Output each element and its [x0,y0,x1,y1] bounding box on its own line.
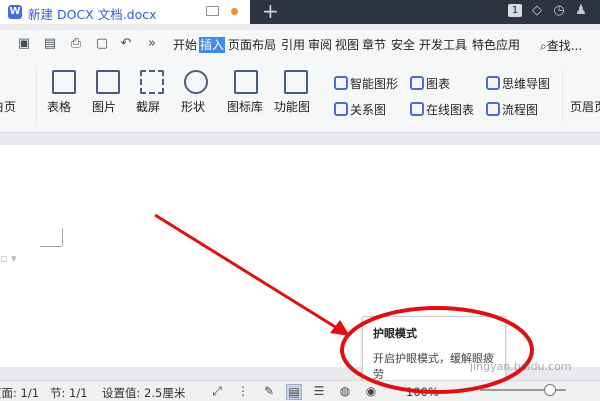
skin-icon[interactable]: ◇ [530,4,544,18]
margin-corner-mark [62,228,63,246]
table-label[interactable]: 表格 [47,98,71,115]
window-count-badge[interactable]: 1 [508,4,522,17]
document-tab[interactable]: W 新建 DOCX 文档.docx [0,0,250,24]
icon-library-label[interactable]: 图标库 [227,98,263,115]
fullscreen-icon[interactable]: ⤢ [210,384,224,398]
tab-strip [250,0,600,24]
undo-icon[interactable]: ↶ [118,36,134,52]
ribbon-blank-page-label[interactable]: 白页 [0,98,16,115]
unsaved-dot-icon [231,8,238,15]
menu-developer[interactable]: 开发工具 [419,37,467,53]
margin-corner-mark [40,246,62,247]
picture-button[interactable] [96,70,120,94]
preview-icon[interactable]: ▢ [94,36,110,52]
ribbon-divider [562,70,563,122]
zoom-level[interactable]: 100% [406,385,439,399]
web-view-icon[interactable]: ☰ [312,384,326,398]
zoom-slider-knob[interactable] [544,384,556,396]
function-chart-button[interactable] [284,70,308,94]
export-icon[interactable]: ▤ [42,36,58,52]
menu-start[interactable]: 开始 [173,37,197,53]
search-button[interactable]: ⌕查找... [540,37,582,54]
paragraph-options-icon[interactable]: ▫ ▾ [0,252,16,265]
screenshot-icon [140,70,164,94]
tooltip-title: 护眼模式 [373,327,417,340]
screenshot-button[interactable] [140,70,164,94]
header-footer-label[interactable]: 页眉页 [570,98,600,115]
flow-chart-icon[interactable] [486,102,500,116]
screenshot-label[interactable]: 截屏 [136,98,160,115]
smart-shape-icon[interactable] [334,76,348,90]
shape-label[interactable]: 形状 [181,98,205,115]
table-button[interactable] [52,70,76,94]
more-chevron-icon[interactable]: » [144,36,160,52]
shape-button[interactable] [184,70,208,94]
function-chart-icon [284,70,308,94]
online-chart-icon[interactable] [410,102,424,116]
document-title: 新建 DOCX 文档.docx [28,7,157,22]
new-tab-button[interactable]: + [262,0,279,22]
search-label: 查找... [546,39,583,53]
menu-references[interactable]: 引用 [281,37,305,53]
chart-label[interactable]: 图表 [426,75,450,92]
online-chart-label[interactable]: 在线图表 [426,101,474,118]
title-bar: W 新建 DOCX 文档.docx + 1 ◇ ◷ ♟ [0,0,600,24]
menu-insert[interactable]: 插入 [199,37,226,53]
outline-icon[interactable]: ⋮ [236,384,250,398]
monitor-icon[interactable] [206,6,219,16]
eye-protection-tooltip: 护眼模式 开启护眼模式，缓解眼疲劳 [362,316,506,388]
picture-icon [96,70,120,94]
print-icon[interactable]: ⎙ [68,36,84,52]
watermark: jingyan.baidu.com [470,360,572,373]
clock-icon[interactable]: ◷ [552,4,566,18]
menu-review[interactable]: 审阅 [308,37,332,53]
menu-chapter[interactable]: 章节 [362,37,386,53]
wps-writer-icon: W [8,5,22,19]
document-page[interactable] [0,145,600,367]
shape-icon [184,70,208,94]
eye-protection-icon[interactable]: ◉ [364,384,378,398]
relation-label[interactable]: 关系图 [350,101,386,118]
icon-library-button[interactable] [234,70,258,94]
shirt-icon[interactable]: ♟ [574,4,588,18]
menu-security[interactable]: 安全 [391,37,415,53]
smart-shape-label[interactable]: 智能图形 [350,75,398,92]
mind-map-label[interactable]: 思维导图 [502,75,550,92]
icon-library-icon [234,70,258,94]
picture-label[interactable]: 图片 [92,98,116,115]
ribbon-divider [36,70,37,122]
menu-view[interactable]: 视图 [335,37,359,53]
ribbon-insert: 白页 表格 图片 截屏 形状 图标库 功能图 智能图形 关系图 图表 在线图表 … [0,60,600,133]
flow-chart-label[interactable]: 流程图 [502,101,538,118]
menu-bar: ▣ ▤ ⎙ ▢ ↶ » 开始 插入 页面布局 引用 审阅 视图 章节 安全 开发… [0,30,600,60]
mind-map-icon[interactable] [486,76,500,90]
document-background [0,133,600,145]
search-icon: ⌕ [540,39,547,53]
page-count[interactable]: 页面: 1/1 [0,385,39,401]
table-icon [52,70,76,94]
menu-page-layout[interactable]: 页面布局 [228,37,276,53]
setting-value[interactable]: 设置值: 2.5厘米 [102,385,185,401]
chart-icon[interactable] [410,76,424,90]
function-chart-label[interactable]: 功能图 [274,98,310,115]
section-count[interactable]: 节: 1/1 [50,385,88,401]
save-icon[interactable]: ▣ [16,36,32,52]
globe-icon[interactable]: ◍ [338,384,352,398]
page-view-icon[interactable]: ▤ [286,384,302,400]
menu-featured[interactable]: 特色应用 [472,37,520,53]
pen-icon[interactable]: ✎ [262,384,276,398]
relation-icon[interactable] [334,102,348,116]
